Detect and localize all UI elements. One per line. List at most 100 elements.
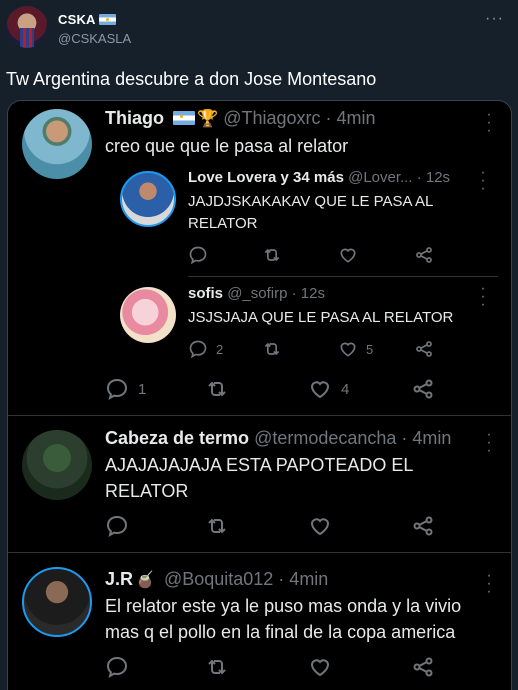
trophy-icon: 🏆 — [197, 109, 219, 128]
tweet-text: Tw Argentina descubre a don Jose Montesa… — [6, 69, 377, 89]
share-button[interactable] — [414, 243, 434, 267]
reply-count: 2 — [216, 341, 224, 357]
reply-handle-time: @_sofirp · 12s — [227, 285, 325, 302]
share-button[interactable] — [411, 514, 435, 538]
avatar[interactable] — [22, 567, 92, 637]
reply-author-name[interactable]: J.R — [105, 569, 133, 589]
author-handle[interactable]: @CSKASLA — [58, 31, 131, 46]
reply-text-line: JAJDJSKAKAKAV QUE LE PASA AL — [188, 193, 434, 210]
argentina-flag-icon — [98, 14, 116, 25]
like-button[interactable] — [308, 655, 332, 679]
reply-actions — [105, 514, 445, 538]
reply-button[interactable]: 1 — [105, 377, 146, 401]
reply-meta: Cabeza de termo @termodecancha · 4min — [105, 428, 451, 449]
nested-reply-sofis[interactable]: sofis @_sofirp · 12s · · · JSJSJAJA QUE LE… — [108, 279, 503, 364]
reply-actions — [188, 243, 488, 267]
like-count: 4 — [341, 380, 350, 398]
like-count: 5 — [366, 341, 374, 357]
reply-text-line: mas q el pollo en la final de la copa am… — [105, 622, 456, 642]
retweet-button[interactable] — [262, 337, 282, 361]
share-icon — [416, 247, 432, 263]
embedded-screenshot[interactable]: Thiago 🏆 @Thiagoxrc · 4min · · · creo que … — [7, 100, 512, 690]
more-horizontal-icon[interactable]: ··· — [485, 10, 504, 28]
avatar[interactable] — [22, 430, 92, 500]
avatar[interactable] — [6, 6, 48, 48]
reply-handle-time: @Lover... · 12s — [348, 169, 451, 186]
reply-handle-time: @termodecancha · 4min — [254, 428, 452, 448]
reply-text: creo que que le pasa al relator — [105, 136, 349, 156]
reply-meta: Love Lovera y 34 más @Lover... · 12s — [188, 169, 450, 186]
reply-cabeza-de-termo[interactable]: Cabeza de termo @termodecancha · 4min · ·… — [8, 416, 511, 552]
reply-icon — [189, 340, 207, 359]
reply-meta: Thiago 🏆 @Thiagoxrc · 4min — [105, 108, 376, 129]
avatar[interactable] — [120, 171, 176, 227]
author-name-text: CSKA — [58, 12, 96, 27]
nested-reply-love-lovera[interactable]: Love Lovera y 34 más @Lover... · 12s · · ·… — [108, 163, 503, 275]
reply-handle-time: @Thiagoxrc · 4min — [223, 108, 376, 128]
reply-author-name[interactable]: Cabeza de termo — [105, 428, 249, 448]
share-button[interactable] — [411, 377, 435, 401]
reply-author-name[interactable]: Love Lovera y 34 más — [188, 169, 344, 186]
reply-icon — [106, 515, 128, 538]
reply-text: El relator este ya le puso mas onda y la… — [105, 593, 461, 645]
reply-meta: J.R 🧉 @Boquita012 · 4min — [105, 569, 328, 590]
like-button[interactable] — [338, 243, 358, 267]
divider — [188, 276, 498, 277]
retweet-button[interactable] — [205, 377, 229, 401]
reply-icon — [189, 246, 207, 265]
reply-text-line: El relator este ya le puso mas onda y la… — [105, 596, 462, 616]
more-vertical-icon[interactable]: · · · — [486, 107, 492, 139]
more-vertical-icon[interactable]: · · · — [480, 165, 486, 197]
retweet-button[interactable] — [262, 243, 282, 267]
like-button[interactable]: 4 — [308, 377, 349, 401]
share-icon — [413, 657, 433, 677]
reply-button[interactable] — [105, 514, 129, 538]
like-button[interactable] — [308, 514, 332, 538]
retweet-icon — [264, 248, 280, 262]
share-icon — [413, 516, 433, 536]
reply-text: AJAJAJAJAJA ESTA PAPOTEADO EL RELATOR — [105, 452, 413, 504]
heart-icon — [310, 381, 330, 399]
reply-actions: 1 4 — [105, 377, 445, 401]
reply-handle-time: @Boquita012 · 4min — [163, 569, 329, 589]
retweet-button[interactable] — [205, 655, 229, 679]
share-button[interactable] — [411, 655, 435, 679]
reply-icon — [106, 656, 128, 679]
avatar[interactable] — [22, 109, 92, 179]
retweet-icon — [208, 659, 226, 675]
avatar[interactable] — [120, 287, 176, 343]
reply-text-line: JSJSJAJA QUE LE PASA AL RELATOR — [188, 309, 454, 326]
reply-button[interactable] — [188, 243, 208, 267]
reply-button[interactable]: 2 — [188, 337, 223, 361]
reply-author-name[interactable]: Thiago — [105, 108, 164, 128]
retweet-icon — [264, 342, 280, 356]
more-vertical-icon[interactable]: · · · — [486, 568, 492, 600]
reply-button[interactable] — [105, 655, 129, 679]
reply-meta: sofis @_sofirp · 12s — [188, 285, 325, 302]
mate-icon: 🧉 — [135, 572, 155, 589]
more-vertical-icon[interactable]: · · · — [486, 427, 492, 459]
reply-count: 1 — [138, 380, 147, 398]
share-icon — [416, 341, 432, 357]
reply-thiago[interactable]: Thiago 🏆 @Thiagoxrc · 4min · · · creo que … — [8, 101, 511, 416]
like-button[interactable]: 5 — [338, 337, 373, 361]
more-vertical-icon[interactable]: · · · — [480, 281, 486, 313]
retweet-icon — [208, 518, 226, 534]
share-button[interactable] — [414, 337, 434, 361]
reply-jr[interactable]: J.R 🧉 @Boquita012 · 4min · · · El relator e… — [8, 553, 511, 690]
reply-actions: 2 5 — [188, 337, 488, 361]
reply-actions — [105, 655, 445, 679]
heart-icon — [310, 518, 330, 536]
reply-text: JAJDJSKAKAKAV QUE LE PASA AL RELATOR — [188, 191, 433, 235]
argentina-flag-icon — [173, 111, 196, 125]
reply-text: JSJSJAJA QUE LE PASA AL RELATOR — [188, 307, 453, 329]
heart-icon — [340, 342, 356, 357]
heart-icon — [310, 659, 330, 677]
reply-author-name[interactable]: sofis — [188, 285, 223, 302]
reply-text-line: RELATOR — [105, 481, 189, 501]
reply-text-line: AJAJAJAJAJA ESTA PAPOTEADO EL — [105, 455, 414, 475]
share-icon — [413, 379, 433, 399]
reply-text-line: RELATOR — [188, 215, 258, 232]
retweet-button[interactable] — [205, 514, 229, 538]
author-display-name[interactable]: CSKA — [58, 12, 116, 27]
